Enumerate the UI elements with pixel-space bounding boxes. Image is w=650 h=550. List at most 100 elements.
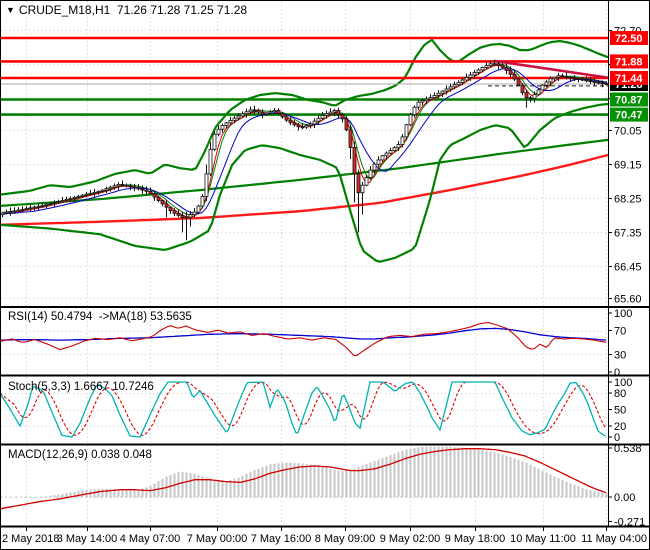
bull-candle [196, 205, 201, 213]
bear-candle [120, 184, 125, 186]
bear-candle [564, 76, 569, 78]
bull-candle [12, 210, 17, 213]
bull-candle [56, 201, 61, 203]
main-axis-tick-label: 65.60 [614, 293, 642, 305]
bear-candle [336, 110, 341, 116]
bull-candle [400, 136, 405, 145]
bear-candle [132, 186, 137, 189]
bull-candle [480, 67, 485, 71]
bear-candle [176, 212, 181, 216]
time-axis-label: 3 May 14:00 [57, 533, 118, 545]
bull-candle [372, 163, 377, 171]
bear-candle [512, 73, 517, 80]
bull-candle [220, 125, 225, 130]
bull-candle [204, 173, 209, 197]
stoch-axis-tick-label: 50 [614, 405, 626, 417]
bull-candle [460, 79, 465, 83]
bull-candle [368, 169, 373, 179]
bear-candle [252, 109, 257, 112]
bear-candle [144, 189, 149, 192]
bull-candle [88, 192, 93, 195]
bear-candle [500, 64, 505, 68]
bear-candle [128, 185, 133, 188]
bear-candle [348, 129, 353, 148]
bull-candle [36, 205, 41, 208]
ascending-green-line [0, 138, 609, 207]
bull-candle [92, 191, 97, 194]
bull-candle [216, 128, 221, 135]
rsi-axis-tick-label: 100 [614, 308, 632, 320]
main-axis-tick-label: 68.25 [614, 193, 642, 205]
bull-candle [408, 114, 413, 126]
rsi-line [0, 322, 607, 357]
rsi-panel[interactable] [0, 322, 607, 357]
bull-candle [332, 110, 337, 113]
bear-candle [568, 76, 573, 79]
bull-candle [416, 101, 421, 108]
bear-candle [168, 206, 173, 212]
bear-candle [284, 116, 289, 121]
bear-candle [356, 173, 361, 194]
main-axis-tick-label: 67.35 [614, 227, 642, 239]
chart-canvas[interactable]: 72.7071.8070.9070.0569.1568.2567.3566.45… [0, 0, 650, 550]
bull-candle [188, 214, 193, 218]
macd-axis-tick-label: 0.00 [614, 492, 635, 504]
main-axis-tick-label: 70.05 [614, 125, 642, 137]
bear-candle [584, 79, 589, 82]
main-axis-tick-label: 69.15 [614, 159, 642, 171]
bull-candle [424, 98, 429, 102]
bull-candle [548, 78, 553, 83]
bull-candle [404, 124, 409, 138]
bull-candle [472, 72, 477, 76]
rsi-axis-tick-label: 30 [614, 349, 626, 361]
bear-candle [256, 109, 261, 113]
bull-candle [228, 119, 233, 124]
bull-candle [452, 84, 457, 88]
bear-candle [604, 82, 609, 85]
bear-candle [516, 78, 521, 86]
bull-candle [52, 202, 57, 204]
bull-candle [264, 112, 269, 115]
candlesticks[interactable] [0, 59, 609, 241]
bull-candle [316, 117, 321, 122]
price-badge-value: 71.44 [615, 73, 643, 85]
bear-candle [136, 187, 141, 190]
bull-candle [64, 199, 69, 201]
bull-candle [464, 77, 469, 81]
bull-candle [40, 205, 45, 207]
bull-candle [536, 89, 541, 96]
time-axis-label: 2 May 2018 [2, 533, 59, 545]
bull-candle [328, 111, 333, 115]
bear-candle [152, 193, 157, 198]
bear-candle [140, 188, 145, 191]
main-price-panel[interactable] [0, 36, 609, 263]
bear-candle [352, 147, 357, 175]
bull-candle [208, 148, 213, 175]
rsi-indicator-label: RSI(14) 50.4794 ->MA(18) 53.5635 [8, 311, 192, 323]
time-axis-label: 7 May 16:00 [251, 533, 312, 545]
bull-candle [96, 190, 101, 193]
time-axis-label: 8 May 09:00 [315, 533, 376, 545]
symbol-marker-icon: ▼ [6, 5, 15, 15]
stoch-axis-tick-label: 80 [614, 388, 626, 400]
bull-candle [72, 196, 77, 199]
bull-candle [212, 133, 217, 150]
time-axis[interactable]: 2 May 20183 May 14:00 4 May 07:00 7 May 00… [2, 527, 647, 545]
bull-candle [32, 206, 37, 209]
price-axis[interactable]: 72.7071.8070.9070.0569.1568.2567.3566.45… [608, 25, 648, 529]
bull-candle [268, 111, 273, 114]
macd-indicator-label: MACD(12,26,9) 0.038 0.048 [8, 449, 152, 461]
bear-candle [572, 77, 577, 80]
bull-candle [544, 81, 549, 86]
symbol-period-label: CRUDE_M18,H1 [18, 3, 111, 17]
bull-candle [80, 194, 85, 197]
bull-candle [448, 86, 453, 90]
bull-candle [244, 111, 249, 115]
bull-candle [364, 177, 369, 186]
bear-candle [260, 111, 265, 115]
bull-candle [312, 120, 317, 125]
time-axis-label: 7 May 00:00 [187, 533, 248, 545]
time-axis-label: 9 May 02:00 [380, 533, 441, 545]
bull-candle [428, 97, 433, 100]
price-badge-value: 71.88 [615, 56, 643, 68]
